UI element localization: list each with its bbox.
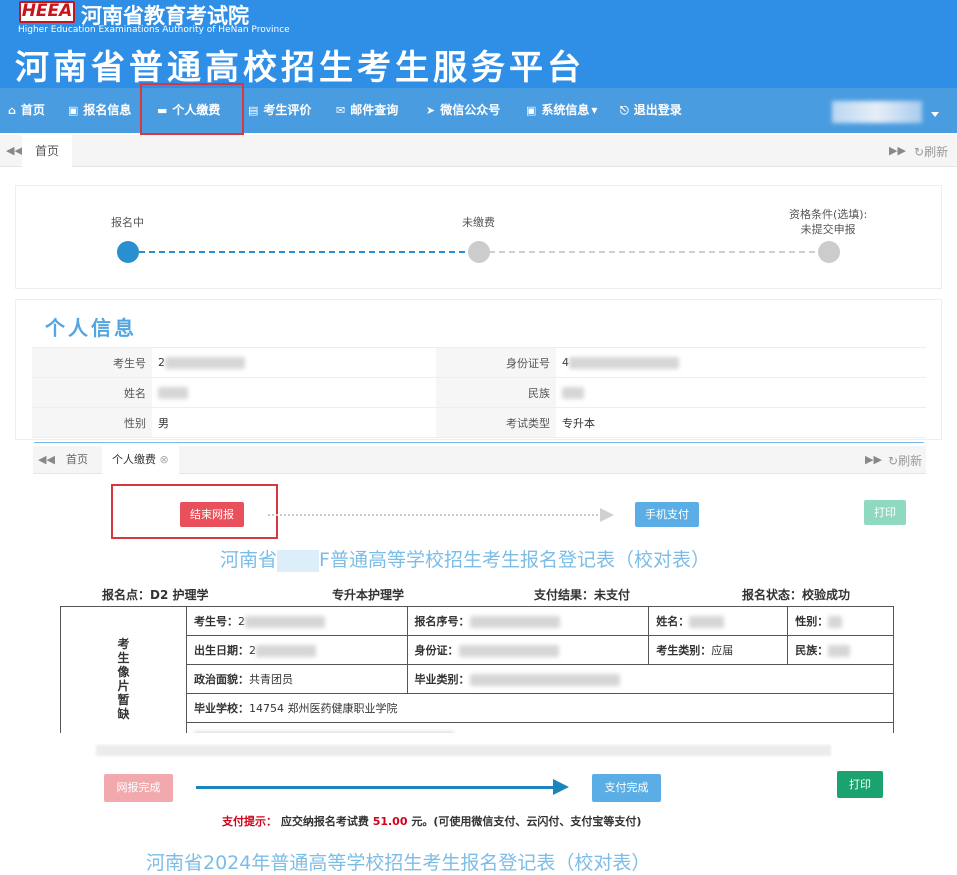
redacted-year [277, 549, 320, 572]
clipboard-icon: ▤ [248, 104, 259, 117]
scroll-right-icon[interactable]: ▶▶ [865, 453, 882, 466]
refresh-button[interactable]: ↻刷新 [914, 143, 948, 160]
scroll-left-icon[interactable]: ◀◀ [6, 144, 23, 157]
blurred-tab-strip [96, 745, 831, 756]
step-label-2: 未缴费 [462, 216, 495, 229]
user-caret-icon[interactable] [931, 112, 939, 117]
end-registration-button[interactable]: 结束网报 [180, 502, 244, 527]
tab-bar: ◀◀ 首页 ▶▶ ↻刷新 [0, 135, 957, 167]
site-header: HEEA 河南省教育考试院 Higher Education Examinati… [0, 0, 957, 88]
print-button[interactable]: 打印 [864, 500, 906, 525]
redacted-value [561, 387, 584, 399]
table-row: 姓名 民族 [32, 377, 926, 408]
step-dot-pending [468, 241, 490, 263]
nav-highlight-box [140, 83, 244, 135]
nav-item-evaluation[interactable]: ▤ 考生评价 [248, 88, 311, 133]
registration-complete-button[interactable]: 网报完成 [104, 774, 173, 802]
paper-plane-icon: ➤ [426, 104, 436, 117]
refresh-icon: ↻ [914, 145, 925, 159]
registration-form-table: 考 生 像 片 暂 缺 考生号：2 报名序号： 姓名： 性别： 出生日期：2 身… [60, 606, 895, 752]
platform-title: 河南省普通高校招生考生服务平台 [15, 48, 585, 88]
step-line-2 [489, 251, 825, 253]
step-label-3: 资格条件(选填): 未提交申报 [789, 208, 868, 236]
payment-tip: 支付提示： 应交纳报名考试费 51.00 元。(可使用微信支付、云闪付、支付宝等… [222, 815, 642, 828]
payment-complete-button[interactable]: 支付完成 [592, 774, 661, 802]
flow-connector [268, 514, 598, 516]
step-line-1 [139, 251, 475, 253]
personal-info-panel: 个人信息 考生号 2 身份证号 4 姓名 民族 性别 男 考试类型 专升本 [15, 299, 942, 440]
org-name-en: Higher Education Examinations Authority … [18, 25, 290, 35]
user-menu[interactable] [832, 101, 922, 123]
personal-info-title: 个人信息 [45, 316, 137, 340]
photo-placeholder: 考 生 像 片 暂 缺 [60, 606, 187, 752]
id-card-icon: ▣ [68, 104, 79, 117]
flow-arrow [196, 786, 556, 789]
major: 专升本护理学 [332, 588, 405, 602]
personal-info-table: 考生号 2 身份证号 4 姓名 民族 性别 男 考试类型 专升本 [32, 347, 926, 438]
table-row: 考 生 像 片 暂 缺 考生号：2 报名序号： 姓名： 性别： [60, 606, 894, 752]
nav-item-system-info[interactable]: ▣ 系统信息 ▾ [526, 88, 597, 133]
redacted-value [165, 357, 245, 369]
table-row: 性别 男 考试类型 专升本 [32, 407, 926, 438]
close-icon[interactable]: ⊗ [160, 453, 169, 466]
envelope-icon: ✉ [336, 104, 346, 117]
heea-logo: HEEA [19, 1, 75, 23]
step-dot-pending [818, 241, 840, 263]
progress-stepper: 报名中 未缴费 资格条件(选填): 未提交申报 [15, 185, 942, 289]
nav-item-mail-query[interactable]: ✉ 邮件查询 [336, 88, 398, 133]
table-row: 考生号 2 身份证号 4 [32, 347, 926, 378]
tab-bar-secondary: ◀◀ 首页 个人缴费 ⊗ ▶▶ ↻刷新 [33, 446, 926, 474]
step-dot-active [117, 241, 139, 263]
home-icon: ⌂ [8, 104, 16, 117]
tab-home[interactable]: 首页 [66, 446, 88, 474]
chevron-down-icon: ▾ [591, 103, 598, 117]
scroll-right-icon[interactable]: ▶▶ [889, 144, 906, 157]
refresh-button[interactable]: ↻刷新 [888, 452, 922, 469]
tab-personal-payment[interactable]: 个人缴费 ⊗ [102, 446, 179, 474]
registration-status: 报名状态：校验成功 [742, 588, 851, 602]
info-card-icon: ▣ [526, 104, 537, 117]
nav-item-home[interactable]: ⌂ 首页 [8, 88, 45, 133]
nav-item-registration-info[interactable]: ▣ 报名信息 [68, 88, 131, 133]
arrow-right-icon [600, 508, 614, 522]
refresh-icon: ↻ [888, 454, 899, 468]
redacted-value [158, 387, 188, 399]
tab-home[interactable]: 首页 [22, 135, 73, 167]
print-button[interactable]: 打印 [837, 771, 883, 798]
form-title-bottom: 河南省2024年普通高等学校招生考生报名登记表（校对表） [146, 852, 651, 874]
form-title: 河南省 F普通高等学校招生考生报名登记表（校对表） [220, 549, 710, 572]
scroll-left-icon[interactable]: ◀◀ [38, 453, 55, 466]
payment-result: 支付结果：未支付 [534, 588, 631, 602]
registration-site: 报名点：D2 护理学 [102, 588, 209, 602]
nav-item-logout[interactable]: ⎋ 退出登录 [620, 88, 682, 133]
screenshot-divider [34, 442, 924, 443]
mobile-pay-button[interactable]: 手机支付 [635, 502, 699, 527]
arrow-right-icon [553, 779, 569, 795]
logout-icon: ⎋ [620, 104, 629, 117]
redacted-value [568, 357, 679, 369]
step-label-1: 报名中 [111, 216, 144, 229]
nav-item-wechat[interactable]: ➤ 微信公众号 [426, 88, 500, 133]
